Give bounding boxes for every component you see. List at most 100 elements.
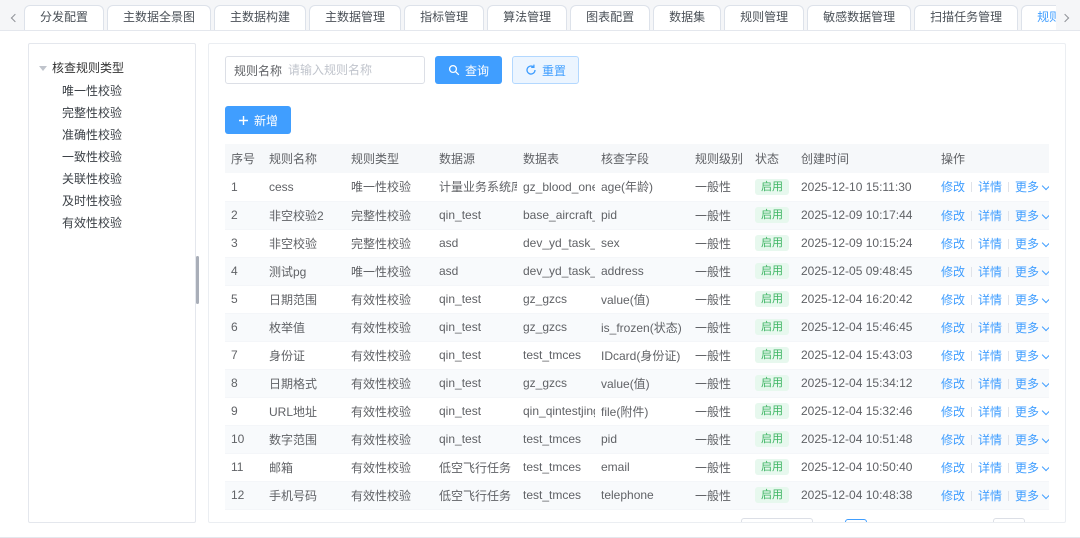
more-link[interactable]: 更多 <box>1015 405 1049 419</box>
more-link[interactable]: 更多 <box>1015 433 1049 447</box>
more-link[interactable]: 更多 <box>1015 265 1049 279</box>
detail-link[interactable]: 详情 <box>978 433 1002 447</box>
more-link[interactable]: 更多 <box>1015 377 1049 391</box>
tree-item-3[interactable]: 准确性校验 <box>62 124 185 146</box>
edit-link[interactable]: 修改 <box>941 377 965 391</box>
cell-field: value(值) <box>595 369 689 398</box>
edit-link[interactable]: 修改 <box>941 237 965 251</box>
cell-status: 启用 <box>749 229 795 258</box>
table-row: 3非空校验完整性校验asddev_yd_task_lo...sex一般性启用 20… <box>225 229 1049 258</box>
more-link[interactable]: 更多 <box>1015 293 1049 307</box>
cell-type: 有效性校验 <box>345 285 433 314</box>
edit-link[interactable]: 修改 <box>941 349 965 363</box>
tab-8[interactable]: 数据集 <box>653 5 722 30</box>
action-divider <box>971 406 973 417</box>
tree-item-1[interactable]: 唯一性校验 <box>62 80 185 102</box>
edit-link[interactable]: 修改 <box>941 209 965 223</box>
chevron-down-icon <box>1041 378 1049 387</box>
detail-link[interactable]: 详情 <box>978 180 1002 194</box>
tab-6[interactable]: 算法管理 <box>487 5 568 30</box>
tab-11[interactable]: 扫描任务管理 <box>914 5 1019 30</box>
chevron-down-icon <box>1041 406 1049 415</box>
edit-link[interactable]: 修改 <box>941 180 965 194</box>
tree-item-7[interactable]: 有效性校验 <box>62 212 185 234</box>
edit-link[interactable]: 修改 <box>941 489 965 503</box>
tab-12[interactable]: 规则配置 <box>1021 5 1056 30</box>
reset-button[interactable]: 重置 <box>512 56 580 84</box>
column-header: 状态 <box>749 144 795 173</box>
status-badge: 启用 <box>755 375 789 391</box>
cell-actions: 修改 详情 更多 <box>935 453 1049 482</box>
detail-link[interactable]: 详情 <box>978 349 1002 363</box>
action-divider <box>971 434 973 445</box>
cell-level: 一般性 <box>689 313 749 342</box>
tree-item-2[interactable]: 完整性校验 <box>62 102 185 124</box>
cell-type: 有效性校验 <box>345 481 433 510</box>
total-count: 共 41 条 <box>687 521 731 522</box>
tab-scroll-left-button[interactable] <box>6 6 24 30</box>
cell-source: qin_test <box>433 201 517 230</box>
edit-link[interactable]: 修改 <box>941 433 965 447</box>
cell-status: 启用 <box>749 369 795 398</box>
action-divider <box>1008 406 1010 417</box>
detail-link[interactable]: 详情 <box>978 265 1002 279</box>
more-link[interactable]: 更多 <box>1015 489 1049 503</box>
rule-name-input[interactable] <box>288 63 416 77</box>
cell-source: qin_test <box>433 397 517 426</box>
tab-4[interactable]: 主数据管理 <box>309 5 402 30</box>
page-number-3[interactable]: 3 <box>905 519 927 523</box>
cell-actions: 修改 详情 更多 <box>935 369 1049 398</box>
more-link[interactable]: 更多 <box>1015 237 1049 251</box>
tab-7[interactable]: 图表配置 <box>570 5 651 30</box>
more-link[interactable]: 更多 <box>1015 349 1049 363</box>
edit-link[interactable]: 修改 <box>941 265 965 279</box>
detail-link[interactable]: 详情 <box>978 461 1002 475</box>
detail-link[interactable]: 详情 <box>978 209 1002 223</box>
tab-scroll-right-button[interactable] <box>1056 6 1074 30</box>
cell-created: 2025-12-04 15:46:45 <box>795 313 935 342</box>
cell-type: 有效性校验 <box>345 313 433 342</box>
cell-created: 2025-12-04 10:48:38 <box>795 481 935 510</box>
cell-actions: 修改 详情 更多 <box>935 341 1049 370</box>
edit-link[interactable]: 修改 <box>941 405 965 419</box>
tree-root-rule-types[interactable]: 核查规则类型 <box>39 58 185 78</box>
edit-link[interactable]: 修改 <box>941 321 965 335</box>
detail-link[interactable]: 详情 <box>978 293 1002 307</box>
tab-3[interactable]: 主数据构建 <box>214 5 307 30</box>
page-size-select[interactable]: 20条/页 <box>741 517 813 522</box>
detail-link[interactable]: 详情 <box>978 321 1002 335</box>
cell-table: qin_qintestjing... <box>517 397 595 426</box>
more-link[interactable]: 更多 <box>1015 180 1049 194</box>
status-badge: 启用 <box>755 235 789 251</box>
detail-link[interactable]: 详情 <box>978 237 1002 251</box>
tree-item-5[interactable]: 关联性校验 <box>62 168 185 190</box>
cell-actions: 修改 详情 更多 <box>935 285 1049 314</box>
cell-level: 一般性 <box>689 369 749 398</box>
tab-2[interactable]: 主数据全景图 <box>107 5 212 30</box>
search-row: 规则名称 查询 重置 <box>225 56 1049 84</box>
page-number-2[interactable]: 2 <box>875 519 897 523</box>
more-link[interactable]: 更多 <box>1015 321 1049 335</box>
tab-9[interactable]: 规则管理 <box>724 5 805 30</box>
tab-1[interactable]: 分发配置 <box>24 5 105 30</box>
page-number-1[interactable]: 1 <box>844 518 867 522</box>
detail-link[interactable]: 详情 <box>978 377 1002 391</box>
cell-created: 2025-12-04 15:43:03 <box>795 341 935 370</box>
status-badge: 启用 <box>755 263 789 279</box>
tree-item-4[interactable]: 一致性校验 <box>62 146 185 168</box>
edit-link[interactable]: 修改 <box>941 461 965 475</box>
status-badge: 启用 <box>755 459 789 475</box>
cell-status: 启用 <box>749 397 795 426</box>
detail-link[interactable]: 详情 <box>978 405 1002 419</box>
query-button[interactable]: 查询 <box>435 56 503 84</box>
edit-link[interactable]: 修改 <box>941 293 965 307</box>
goto-page-input[interactable] <box>992 517 1025 522</box>
scrollbar-thumb[interactable] <box>196 256 199 304</box>
detail-link[interactable]: 详情 <box>978 489 1002 503</box>
tab-10[interactable]: 敏感数据管理 <box>807 5 912 30</box>
add-button[interactable]: 新增 <box>225 106 292 134</box>
more-link[interactable]: 更多 <box>1015 461 1049 475</box>
tab-5[interactable]: 指标管理 <box>404 5 485 30</box>
tree-item-6[interactable]: 及时性校验 <box>62 190 185 212</box>
more-link[interactable]: 更多 <box>1015 209 1049 223</box>
